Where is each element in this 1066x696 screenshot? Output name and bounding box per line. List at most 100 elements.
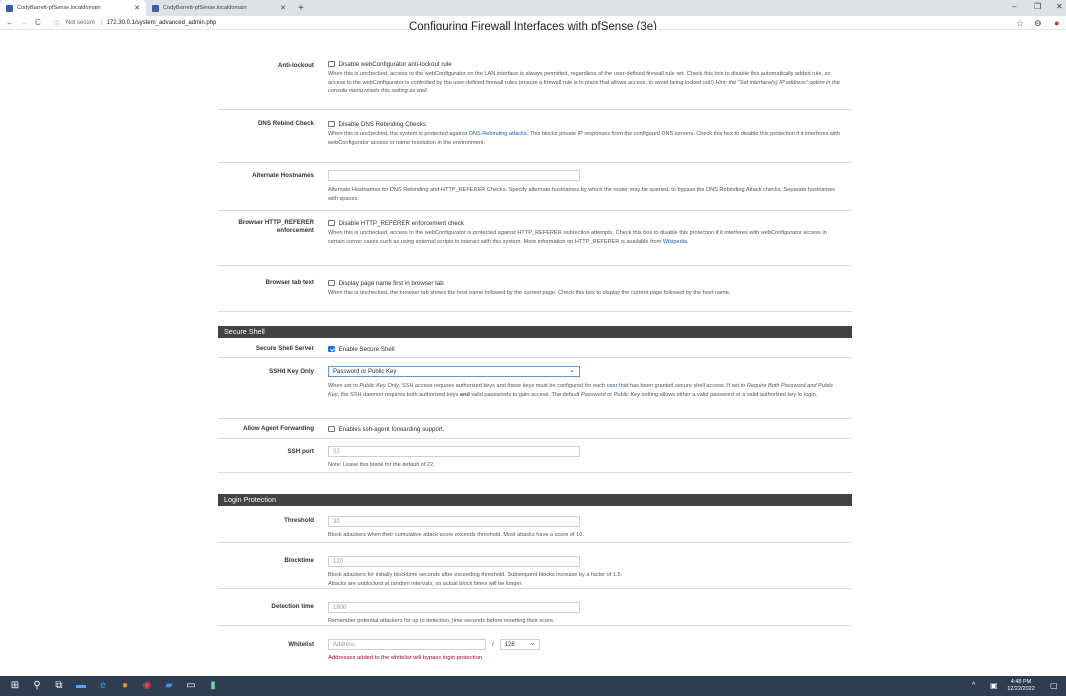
sshd-key-only-row: SSHd Key Only Password or Public Key ⌄ W…	[218, 358, 852, 419]
maximize-button[interactable]: ❐	[1034, 2, 1041, 11]
threshold-label: Threshold	[284, 517, 314, 524]
browser-tab-2[interactable]: CodyBarrett-pfSense.localdomain ✕	[146, 0, 292, 16]
whitelist-label: Whitelist	[288, 641, 314, 648]
agent-forwarding-checkbox[interactable]	[328, 425, 335, 433]
notifications-icon[interactable]: ▢	[1050, 676, 1058, 696]
agent-forwarding-row: Allow Agent Forwarding Enables ssh-agent…	[218, 419, 852, 439]
wikipedia-link[interactable]: Wikipedia	[663, 239, 687, 245]
whitelist-address-input[interactable]: Address	[328, 639, 486, 650]
whitelist-warning: Addresses added to the whitelist will by…	[328, 655, 484, 661]
clock[interactable]: 4:48 PM 12/22/2022	[1004, 676, 1038, 696]
sshd-key-only-select[interactable]: Password or Public Key ⌄	[328, 366, 580, 377]
blocktime-input[interactable]: 120	[328, 556, 580, 567]
windows-start-icon[interactable]: ⊞	[8, 679, 22, 693]
browser-tab-text-label: Browser tab text	[265, 279, 314, 286]
network-icon[interactable]: ▣	[990, 676, 998, 696]
internet-explorer-icon[interactable]: e	[96, 679, 110, 693]
dns-rebind-help: When this is unchecked, the system is pr…	[328, 131, 840, 146]
blocktime-label: Blocktime	[284, 557, 314, 564]
detection-time-row: Detection time 1800 Remember potential a…	[218, 589, 852, 626]
browser-tab-text-checkbox-label[interactable]: Display page name first in browser tab	[339, 280, 444, 287]
url-text: 172.30.0.1/system_advanced_admin.php	[106, 20, 217, 26]
sshd-key-only-label: SSHd Key Only	[268, 368, 314, 375]
address-bar[interactable]: ⓘ Not secure | 172.30.0.1/system_advance…	[54, 17, 216, 29]
blocktime-help: Block attackers for initially blocktime …	[328, 572, 623, 587]
reload-icon[interactable]: C	[35, 16, 41, 30]
anti-lockout-checkbox-label[interactable]: Disable webConfigurator anti-lockout rul…	[339, 61, 452, 68]
dns-rebind-checkbox[interactable]	[328, 120, 335, 128]
secure-shell-server-row: Secure Shell Server Enable Secure Shell	[218, 338, 852, 358]
sshd-key-only-help: When set to Public Key Only, SSH access …	[328, 383, 834, 398]
task-view-icon[interactable]: ⧉	[52, 679, 66, 693]
search-icon[interactable]: ⚲	[30, 679, 44, 693]
whitelist-mask-select[interactable]: 128 ⌄	[499, 639, 540, 650]
http-referer-checkbox[interactable]	[328, 219, 335, 227]
alternate-hostnames-label: Alternate Hostnames	[252, 172, 314, 179]
whitelist-row: Whitelist Address / 128 ⌄ Addresses adde…	[218, 626, 852, 676]
close-tab-icon[interactable]: ✕	[280, 4, 286, 12]
login-protection-section-header: Login Protection	[218, 494, 852, 506]
detection-time-help: Remember potential attackers for up to d…	[328, 618, 555, 624]
anti-lockout-row: Anti-lockout Disable webConfigurator ant…	[218, 30, 852, 110]
http-referer-checkbox-label[interactable]: Disable HTTP_REFERER enforcement check	[339, 220, 465, 227]
agent-forwarding-label: Allow Agent Forwarding	[243, 425, 314, 432]
address-separator: |	[101, 20, 103, 26]
alternate-hostnames-input[interactable]	[328, 170, 580, 181]
chevron-down-icon: ⌄	[529, 640, 536, 647]
back-arrow-icon[interactable]: ←	[6, 16, 14, 30]
browser-tab-text-checkbox[interactable]	[328, 279, 335, 287]
dns-rebinding-link[interactable]: DNS Rebinding attacks	[469, 131, 527, 137]
anti-lockout-help: When this is unchecked, access to the we…	[328, 71, 840, 95]
powershell-icon[interactable]: ▰	[162, 679, 176, 693]
threshold-row: Threshold 30 Block attackers when their …	[218, 506, 852, 543]
pfsense-favicon-icon	[152, 4, 159, 12]
secure-shell-section-header: Secure Shell	[218, 326, 852, 338]
forward-arrow-icon[interactable]: →	[20, 16, 28, 30]
ssh-port-row: SSH port 22 Note: Leave this blank for t…	[218, 439, 852, 473]
browser-tab-text-help: When this is unchecked, the browser tab …	[328, 290, 731, 296]
browser-tab-1[interactable]: CodyBarrett-pfSense.localdomain ✕	[0, 0, 146, 16]
http-referer-row: Browser HTTP_REFERER enforcement Disable…	[218, 211, 852, 266]
tab-title: CodyBarrett-pfSense.localdomain	[163, 5, 247, 11]
chrome-icon[interactable]: ◉	[140, 679, 154, 693]
profile-icon[interactable]: ⊖	[1034, 16, 1042, 30]
http-referer-help: When this is unchecked, access to the we…	[328, 230, 827, 245]
detection-time-input[interactable]: 1800	[328, 602, 580, 613]
firefox-icon[interactable]: ●	[118, 679, 132, 693]
threshold-input[interactable]: 30	[328, 516, 580, 527]
close-window-button[interactable]: ✕	[1056, 2, 1063, 11]
minimize-button[interactable]: –	[1012, 2, 1016, 11]
server-manager-icon[interactable]: ▬	[74, 679, 88, 693]
enable-secure-shell-checkbox[interactable]	[328, 345, 335, 353]
ssh-port-input[interactable]: 22	[328, 446, 580, 457]
dns-rebind-checkbox-label[interactable]: Disable DNS Rebinding Checks	[339, 121, 426, 128]
ssh-port-help: Note: Leave this blank for the default o…	[328, 462, 435, 468]
file-explorer-icon[interactable]: ▮	[206, 679, 220, 693]
tray-chevron-icon[interactable]: ^	[972, 676, 975, 696]
extension-icon[interactable]: ●	[1054, 16, 1059, 30]
browser-tab-text-row: Browser tab text Display page name first…	[218, 266, 852, 312]
tab-title: CodyBarrett-pfSense.localdomain	[17, 5, 101, 11]
new-tab-button[interactable]: +	[298, 2, 304, 16]
admin-access-form: Anti-lockout Disable webConfigurator ant…	[218, 30, 852, 676]
security-status: Not secure	[66, 20, 96, 26]
agent-forwarding-checkbox-label[interactable]: Enables ssh-agent forwarding support.	[339, 426, 445, 433]
detection-time-label: Detection time	[271, 603, 314, 610]
clock-date: 12/22/2022	[1007, 686, 1035, 692]
chevron-down-icon: ⌄	[569, 367, 575, 374]
http-referer-label: Browser HTTP_REFERER enforcement	[238, 219, 314, 234]
clock-time: 4:48 PM	[1010, 679, 1032, 685]
bookmark-star-icon[interactable]: ☆	[1016, 16, 1024, 30]
browser-tab-strip: CodyBarrett-pfSense.localdomain ✕ CodyBa…	[0, 0, 1066, 16]
enable-secure-shell-label[interactable]: Enable Secure Shell	[339, 346, 395, 353]
anti-lockout-checkbox[interactable]	[328, 60, 335, 68]
alternate-hostnames-row: Alternate Hostnames Alternate Hostnames …	[218, 163, 852, 211]
info-icon[interactable]: ⓘ	[54, 19, 60, 28]
close-tab-icon[interactable]: ✕	[134, 4, 140, 12]
terminal-icon[interactable]: ▭	[184, 679, 198, 693]
user-link[interactable]: user	[607, 383, 618, 389]
whitelist-slash: /	[492, 641, 494, 648]
dns-rebind-row: DNS Rebind Check Disable DNS Rebinding C…	[218, 110, 852, 163]
threshold-help: Block attackers when their cumulative at…	[328, 532, 584, 538]
browser-toolbar: ← → C ⓘ Not secure | 172.30.0.1/system_a…	[0, 16, 1066, 30]
